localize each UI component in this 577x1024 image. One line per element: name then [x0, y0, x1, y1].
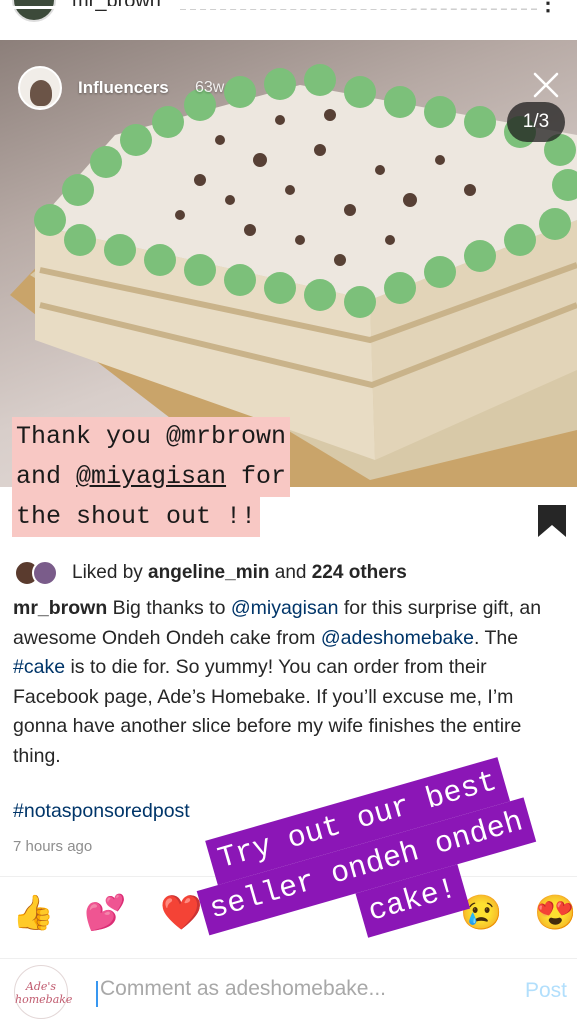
feed-header: mr_brown ⋮: [0, 0, 577, 40]
caret-icon: [96, 981, 98, 1007]
heart-eyes-icon[interactable]: 😍: [534, 896, 576, 930]
mention-adeshomebake[interactable]: @adeshomebake: [321, 627, 474, 649]
shout-text: for: [226, 462, 287, 491]
post-button[interactable]: Post: [525, 979, 567, 1003]
close-icon[interactable]: [531, 70, 561, 100]
caption-username[interactable]: mr_brown: [13, 597, 107, 619]
story-progress-fill: [8, 6, 412, 9]
thumbs-up-icon[interactable]: 👍: [12, 896, 54, 930]
shout-mention-mrbrown: @mrbrown: [166, 422, 287, 451]
hashtag-notasponsoredpost[interactable]: #notasponsoredpost: [13, 800, 190, 823]
likes-row[interactable]: Liked by angeline_min and 224 others: [14, 558, 407, 588]
liker-avatar: [32, 560, 58, 586]
shout-line-2: and @miyagisan for: [12, 457, 291, 497]
red-heart-icon[interactable]: ❤️: [160, 896, 202, 930]
likes-text: Liked by angeline_min and 224 others: [72, 562, 407, 583]
shout-text: Thank you: [16, 422, 167, 451]
story-avatar[interactable]: [18, 66, 62, 110]
page-indicator: 1/3: [507, 102, 565, 142]
shout-mention-miyagisan: @miyagisan: [76, 462, 227, 491]
mention-miyagisan[interactable]: @miyagisan: [231, 597, 339, 619]
shout-line-1: Thank you @mrbrown: [12, 417, 291, 457]
shop-logo[interactable]: Ade's homebake: [14, 965, 72, 1019]
hashtag-cake[interactable]: #cake: [13, 656, 65, 678]
comment-input[interactable]: [100, 977, 460, 1001]
story-username[interactable]: Influencers: [78, 78, 169, 98]
shout-text: and: [16, 462, 77, 491]
bookmark-icon[interactable]: [536, 503, 568, 539]
two-hearts-icon[interactable]: 💕: [84, 896, 126, 930]
shout-line-3: the shout out !!: [12, 497, 261, 537]
comment-bar: Ade'shomebake Post: [0, 958, 577, 1024]
post-timestamp: 7 hours ago: [13, 838, 93, 855]
story-age: 63w: [195, 79, 225, 96]
story-progress-bar: [8, 6, 569, 9]
feed-avatar[interactable]: [12, 0, 56, 22]
